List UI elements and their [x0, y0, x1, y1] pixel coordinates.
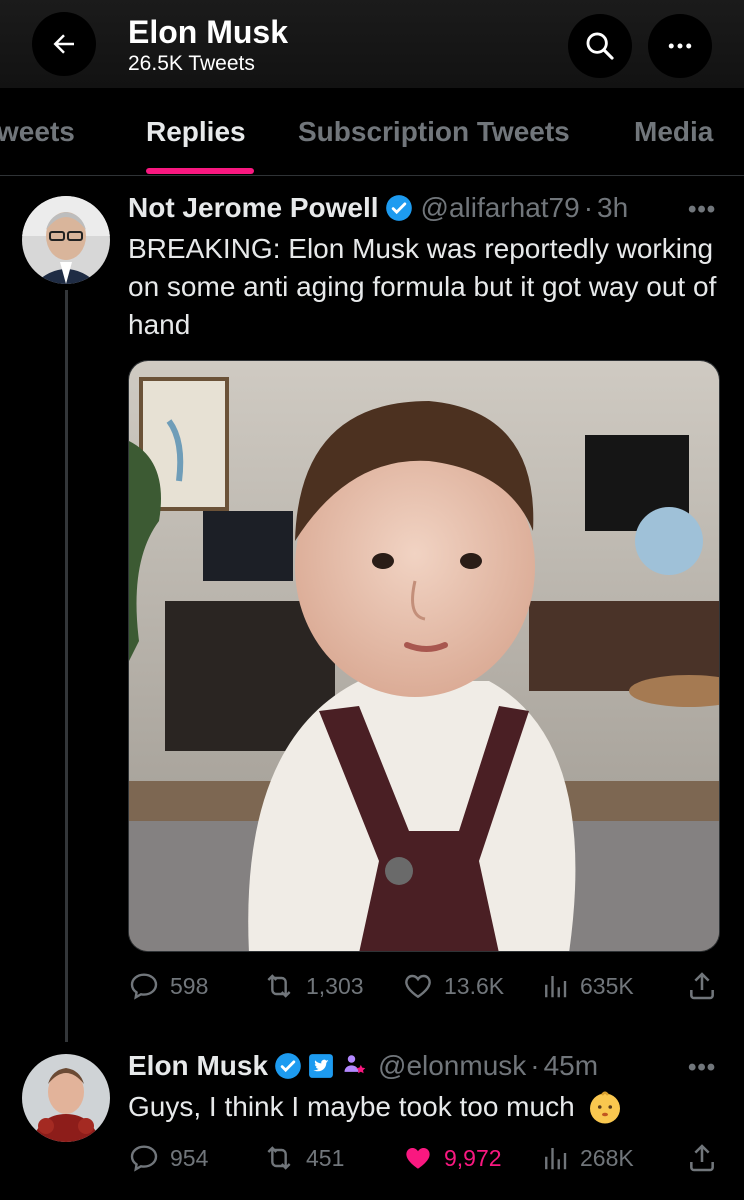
- baby-face-emoji: [589, 1091, 620, 1124]
- more-icon: [668, 43, 692, 49]
- share-icon: [690, 972, 714, 1000]
- retweet-button[interactable]: 1,303: [262, 970, 364, 1002]
- tab-subscription-tweets[interactable]: Subscription Tweets: [298, 116, 570, 148]
- tweet-time[interactable]: 3h: [597, 192, 628, 224]
- heart-icon: [405, 974, 431, 999]
- profile-header: Elon Musk 26.5K Tweets: [0, 0, 744, 88]
- avatar[interactable]: [22, 1054, 110, 1142]
- tweet-more-icon[interactable]: •••: [688, 1054, 716, 1082]
- search-icon: [586, 32, 614, 60]
- like-button[interactable]: 13.6K: [402, 970, 504, 1002]
- tweet-time[interactable]: 45m: [544, 1050, 598, 1082]
- back-arrow-icon: [53, 34, 74, 54]
- views-icon: [545, 976, 567, 998]
- tweet-more-icon[interactable]: •••: [688, 196, 716, 224]
- profile-tabs: Tweets Replies Subscription Tweets Media: [0, 88, 744, 176]
- reply-count: 954: [170, 1144, 209, 1171]
- reply-icon: [130, 973, 158, 1000]
- thread-connector: [65, 290, 68, 1042]
- tab-tweets[interactable]: Tweets: [0, 116, 75, 148]
- avatar[interactable]: [22, 196, 110, 284]
- tab-media[interactable]: Media: [634, 116, 713, 148]
- tweet-media-image[interactable]: [128, 360, 720, 952]
- views-button[interactable]: 268K: [540, 1142, 634, 1174]
- tweet-header: Not Jerome Powell @alifarhat79 · 3h: [128, 192, 628, 224]
- view-count: 268K: [580, 1144, 634, 1171]
- author-name[interactable]: Elon Musk: [128, 1050, 268, 1082]
- reply-button[interactable]: 954: [128, 1142, 208, 1174]
- view-count: 635K: [580, 972, 634, 999]
- header-title-block: Elon Musk 26.5K Tweets: [128, 14, 288, 76]
- retweet-button[interactable]: 451: [262, 1142, 344, 1174]
- more-options-button[interactable]: [648, 14, 712, 78]
- retweet-icon: [267, 974, 291, 998]
- author-handle[interactable]: @elonmusk: [378, 1050, 526, 1082]
- like-count: 9,972: [444, 1144, 502, 1171]
- back-button[interactable]: [32, 12, 96, 76]
- like-button[interactable]: 9,972: [402, 1142, 502, 1174]
- separator: ·: [583, 192, 594, 223]
- author-name[interactable]: Not Jerome Powell: [128, 192, 379, 224]
- separator: ·: [530, 1050, 540, 1081]
- tweet-text-row: Guys, I think I maybe took too much: [128, 1088, 623, 1126]
- verified-badge-icon: [385, 194, 413, 222]
- author-handle[interactable]: @alifarhat79: [421, 192, 580, 224]
- avatar-image: [22, 1054, 110, 1142]
- page-title: Elon Musk: [128, 14, 289, 50]
- retweet-count: 1,303: [306, 972, 364, 999]
- avatar-image: [22, 196, 110, 284]
- retweet-icon: [267, 1146, 291, 1170]
- retweet-count: 451: [306, 1144, 345, 1171]
- tweet-text: BREAKING: Elon Musk was reportedly worki…: [128, 233, 717, 340]
- tab-replies[interactable]: Replies: [146, 116, 246, 148]
- reply-icon: [130, 1145, 158, 1172]
- share-button[interactable]: [686, 970, 718, 1002]
- reply-count: 598: [170, 972, 209, 999]
- profile-replies-screen: Elon Musk 26.5K Tweets Tweets Replies Su…: [0, 0, 744, 1200]
- reply-button[interactable]: 598: [128, 970, 208, 1002]
- heart-filled-icon: [406, 1148, 430, 1169]
- tweet-header: Elon Musk @elonmusk · 45m: [128, 1050, 598, 1082]
- search-button[interactable]: [568, 14, 632, 78]
- twitter-affiliate-badge-icon: [308, 1053, 334, 1079]
- government-affiliation-icon: [340, 1052, 370, 1080]
- verified-badge-icon: [274, 1052, 302, 1080]
- like-count: 13.6K: [444, 972, 505, 999]
- views-button[interactable]: 635K: [540, 970, 634, 1002]
- share-button[interactable]: [686, 1142, 718, 1174]
- tweet-count: 26.5K Tweets: [128, 52, 255, 75]
- active-tab-indicator: [146, 168, 254, 174]
- photo-baby-in-living-room: [129, 361, 719, 951]
- tweet-text: Guys, I think I maybe took too much: [128, 1091, 575, 1122]
- share-icon: [690, 1144, 714, 1172]
- views-icon: [545, 1148, 567, 1170]
